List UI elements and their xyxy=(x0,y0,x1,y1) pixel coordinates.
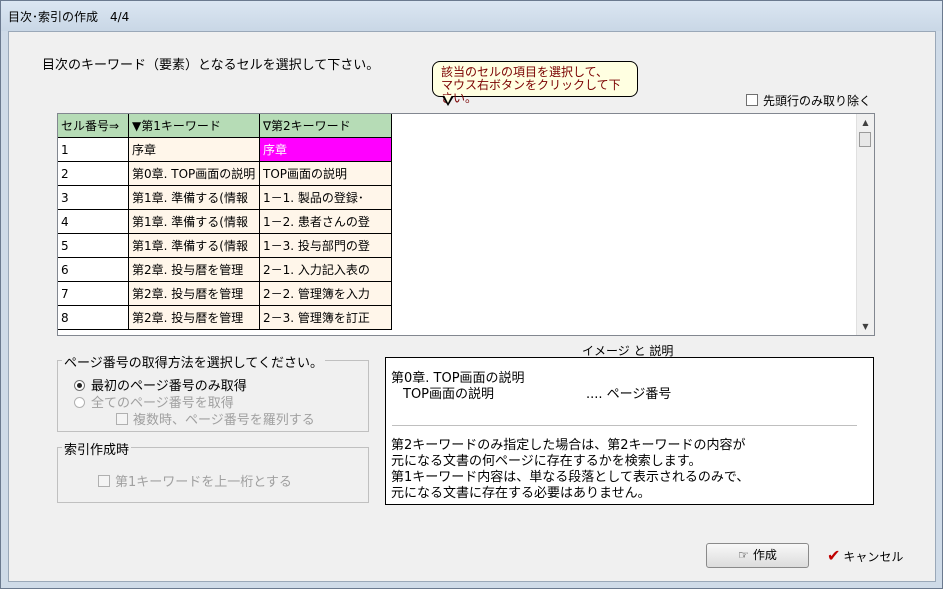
list-pages-label: 複数時、ページ番号を羅列する xyxy=(133,413,315,428)
keyword2-cell[interactable]: 1－3. 投与部門の登 xyxy=(260,234,392,258)
example-page-number: .... ページ番号 xyxy=(586,387,672,402)
scroll-thumb[interactable] xyxy=(859,132,871,147)
title-bar[interactable]: 目次･索引の作成 4/4 xyxy=(1,1,942,31)
row-number-cell[interactable]: 8 xyxy=(58,306,129,330)
keyword2-cell[interactable]: 2－2. 管理簿を入力 xyxy=(260,282,392,306)
keyword2-cell[interactable]: 1－1. 製品の登録･ xyxy=(260,186,392,210)
keyword-grid: セル番号⇒ ▼第1キーワード ∇第2キーワード 1 序章 序章 2 第0章. T… xyxy=(57,113,875,336)
keyword1-cell[interactable]: 第2章. 投与暦を管理 xyxy=(129,258,260,282)
create-button[interactable]: ☞ 作成 xyxy=(706,543,809,568)
keyword2-cell[interactable]: 2－3. 管理簿を訂正 xyxy=(260,306,392,330)
list-pages-checkbox[interactable]: 複数時、ページ番号を羅列する xyxy=(116,409,315,428)
description-divider xyxy=(392,425,857,426)
keyword2-cell[interactable]: 2－1. 入力記入表の xyxy=(260,258,392,282)
index-group: 索引作成時 第1キーワードを上一桁とする xyxy=(57,439,369,503)
grid-vertical-scrollbar[interactable]: ▲ ▼ xyxy=(856,114,874,335)
instruction-text: 目次のキーワード（要素）となるセルを選択して下さい。 xyxy=(42,58,380,73)
scroll-up-icon[interactable]: ▲ xyxy=(857,114,874,131)
hint-line-2: マウス右ボタンをクリックして下さい。 xyxy=(441,78,621,105)
keyword1-cell[interactable]: 第0章. TOP画面の説明 xyxy=(129,162,260,186)
keyword1-cell[interactable]: 第2章. 投与暦を管理 xyxy=(129,306,260,330)
checkbox-box[interactable] xyxy=(116,413,128,425)
checkmark-icon: ✔ xyxy=(827,546,841,565)
keyword2-cell[interactable]: TOP画面の説明 xyxy=(260,162,392,186)
keyword1-cell[interactable]: 第1章. 準備する(情報 xyxy=(129,186,260,210)
cancel-button[interactable]: ✔ キャンセル xyxy=(827,543,919,568)
row-number-cell[interactable]: 2 xyxy=(58,162,129,186)
keyword1-upper-label: 第1キーワードを上一桁とする xyxy=(115,475,292,490)
page-number-group: ページ番号の取得方法を選択してください。 最初のページ番号のみ取得 全てのページ… xyxy=(57,352,369,432)
radio-icon[interactable] xyxy=(74,397,85,408)
index-group-title: 索引作成時 xyxy=(62,439,132,458)
page-number-group-title: ページ番号の取得方法を選択してください。 xyxy=(62,352,325,371)
description-panel: 第0章. TOP画面の説明 TOP画面の説明 .... ページ番号 第2キーワー… xyxy=(385,357,874,505)
keyword1-upper-checkbox[interactable]: 第1キーワードを上一桁とする xyxy=(98,471,292,490)
hint-balloon-tail-fill xyxy=(444,95,452,103)
header-cell-keyword2[interactable]: ∇第2キーワード xyxy=(260,114,392,138)
row-number-cell[interactable]: 5 xyxy=(58,234,129,258)
keyword1-cell[interactable]: 第2章. 投与暦を管理 xyxy=(129,282,260,306)
scroll-down-icon[interactable]: ▼ xyxy=(857,318,874,335)
keyword2-cell-selected[interactable]: 序章 xyxy=(260,138,392,162)
window-title: 目次･索引の作成 4/4 xyxy=(8,10,130,24)
first-row-exclude-checkbox[interactable]: 先頭行のみ取り除く xyxy=(746,92,871,109)
checkbox-box[interactable] xyxy=(746,94,758,106)
row-number-cell[interactable]: 3 xyxy=(58,186,129,210)
description-text-line: 元になる文書に存在する必要はありません。 xyxy=(391,486,651,501)
row-number-cell[interactable]: 4 xyxy=(58,210,129,234)
row-number-cell[interactable]: 6 xyxy=(58,258,129,282)
checkbox-box[interactable] xyxy=(98,475,110,487)
keyword1-cell[interactable]: 序章 xyxy=(129,138,260,162)
pointing-hand-icon: ☞ xyxy=(738,548,749,562)
row-number-cell[interactable]: 7 xyxy=(58,282,129,306)
keyword1-cell[interactable]: 第1章. 準備する(情報 xyxy=(129,210,260,234)
dialog-content: 目次のキーワード（要素）となるセルを選択して下さい。 該当のセルの項目を選択して… xyxy=(8,31,936,582)
header-cell-keyword1[interactable]: ▼第1キーワード xyxy=(129,114,260,138)
keyword1-cell[interactable]: 第1章. 準備する(情報 xyxy=(129,234,260,258)
header-cell-number[interactable]: セル番号⇒ xyxy=(58,114,129,138)
example-line-2: TOP画面の説明 xyxy=(403,387,495,402)
hint-balloon: 該当のセルの項目を選択して、 マウス右ボタンをクリックして下さい。 xyxy=(432,61,638,105)
first-row-exclude-label: 先頭行のみ取り除く xyxy=(763,94,872,108)
cancel-button-label: キャンセル xyxy=(843,550,904,564)
dialog-window: 目次･索引の作成 4/4 目次のキーワード（要素）となるセルを選択して下さい。 … xyxy=(0,0,943,589)
radio-selected-icon[interactable] xyxy=(74,380,85,391)
row-number-cell[interactable]: 1 xyxy=(58,138,129,162)
keyword2-cell[interactable]: 1－2. 患者さんの登 xyxy=(260,210,392,234)
create-button-label: 作成 xyxy=(752,548,777,562)
